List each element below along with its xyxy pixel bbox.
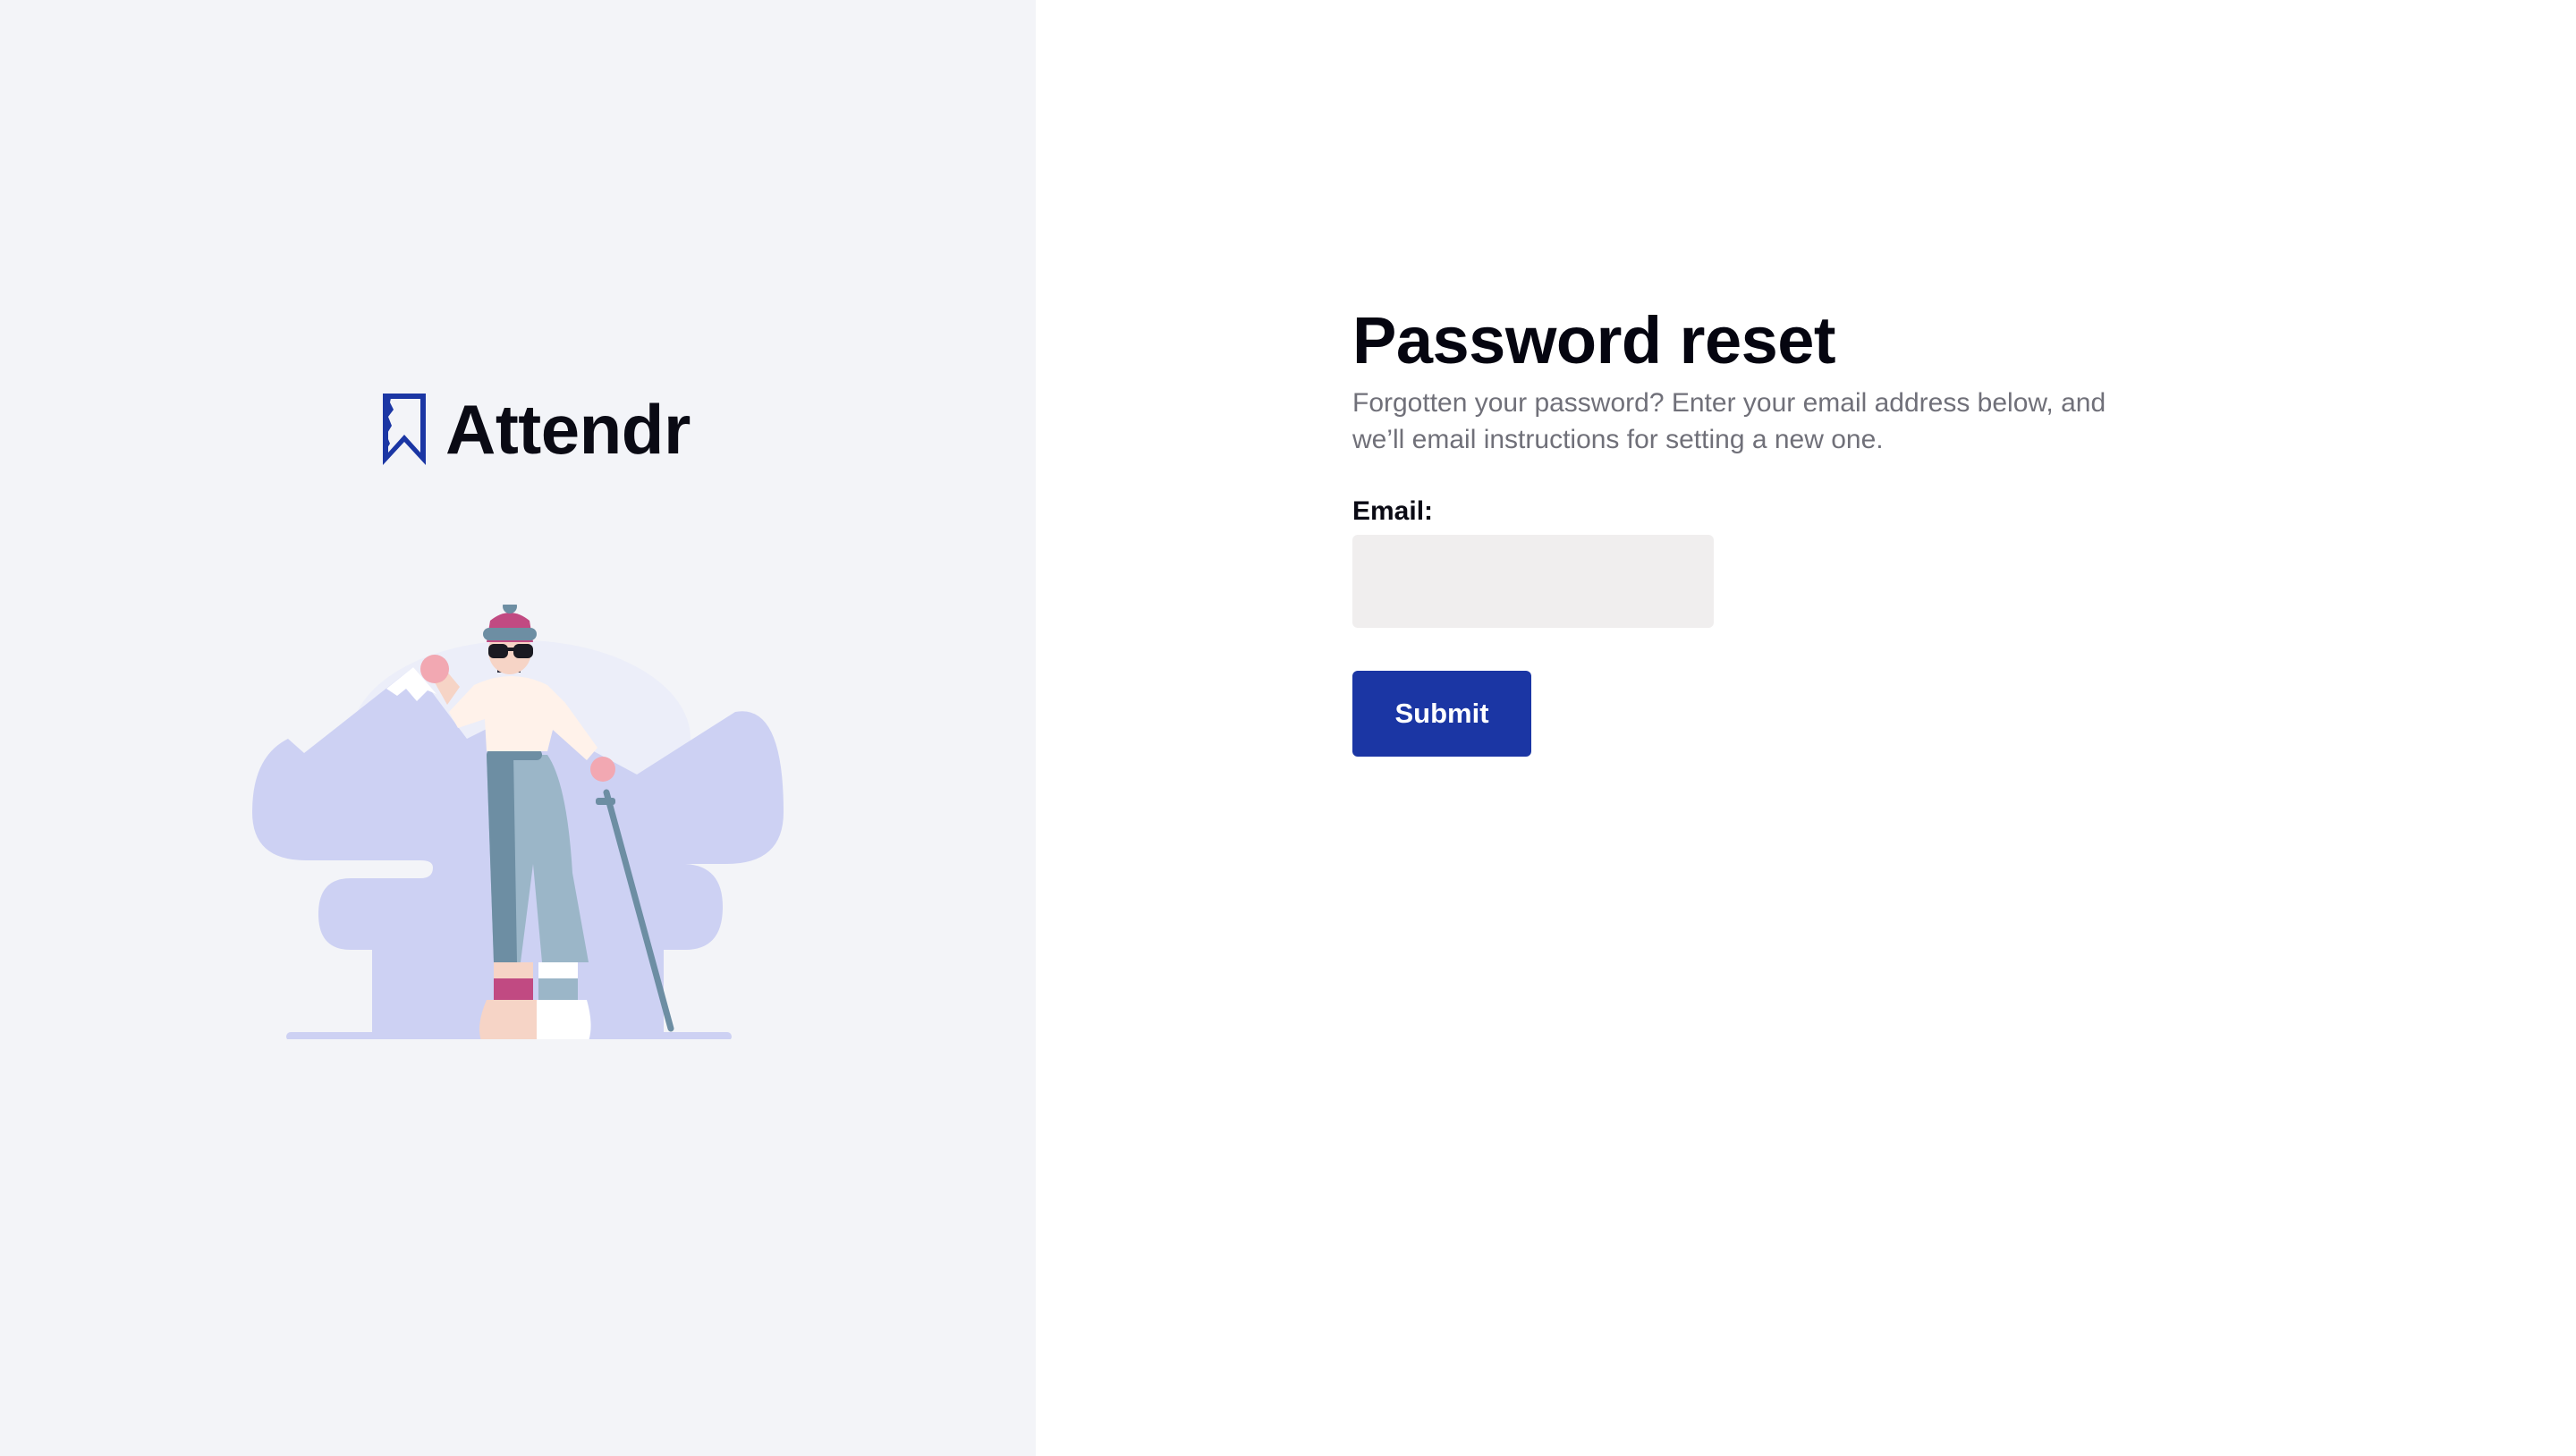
page-layout: Attendr Password reset Forgotten your pa… [0, 0, 2576, 1456]
email-label: Email: [1352, 496, 1434, 526]
password-reset-form: Password reset Forgotten your password? … [1352, 301, 2157, 757]
bookmark-icon [383, 394, 426, 465]
reset-form-panel: Password reset Forgotten your password? … [1036, 0, 2576, 1456]
brand-logo[interactable]: Attendr [377, 388, 691, 470]
page-subtitle: Forgotten your password? Enter your emai… [1352, 388, 2106, 454]
submit-button[interactable]: Submit [1352, 671, 1531, 757]
page-title: Password reset [1352, 303, 1836, 377]
skier-illustration [252, 599, 784, 1041]
email-field[interactable] [1352, 535, 1714, 628]
brand-name: Attendr [445, 390, 691, 469]
brand-panel: Attendr [0, 0, 1036, 1456]
